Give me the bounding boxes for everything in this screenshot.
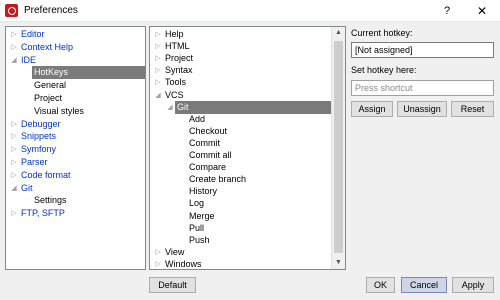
cancel-button[interactable]: Cancel (401, 277, 447, 293)
collapse-arrow-icon[interactable]: ◢ (165, 101, 175, 114)
category-tree-item[interactable]: Visual styles (34, 105, 84, 118)
command-tree-item[interactable]: HTML (165, 40, 190, 53)
unassign-button[interactable]: Unassign (397, 101, 447, 117)
command-tree-item[interactable]: Commit all (189, 149, 232, 162)
category-tree-item[interactable]: Project (34, 92, 62, 105)
category-tree-item[interactable]: Settings (34, 194, 67, 207)
category-tree-item[interactable]: FTP, SFTP (21, 207, 65, 220)
command-tree-item[interactable]: Syntax (165, 64, 193, 77)
command-tree-scrollbar[interactable]: ▲ ▼ (331, 27, 345, 269)
category-tree-item[interactable]: Code format (21, 169, 71, 182)
category-tree-item[interactable]: General (34, 79, 66, 92)
category-tree-item[interactable]: Snippets (21, 130, 56, 143)
close-button[interactable]: ✕ (470, 3, 494, 19)
expand-arrow-icon[interactable]: ▷ (9, 156, 19, 169)
expand-arrow-icon[interactable]: ▷ (9, 28, 19, 41)
current-hotkey-field: [Not assigned] (351, 42, 494, 58)
category-tree-item[interactable]: Symfony (21, 143, 56, 156)
collapse-arrow-icon[interactable]: ◢ (9, 182, 19, 195)
expand-arrow-icon[interactable]: ▷ (9, 41, 19, 54)
selection-highlight (175, 100, 331, 114)
category-tree-item[interactable]: HotKeys (34, 66, 68, 79)
collapse-arrow-icon[interactable]: ◢ (153, 89, 163, 102)
help-button[interactable]: ? (437, 3, 457, 19)
category-tree-item[interactable]: Editor (21, 28, 45, 41)
category-tree-item[interactable]: IDE (21, 54, 36, 67)
category-tree-item[interactable]: Context Help (21, 41, 73, 54)
reset-button[interactable]: Reset (451, 101, 494, 117)
expand-arrow-icon[interactable]: ▷ (153, 76, 163, 89)
category-tree[interactable]: ▷ Editor ▷ Context Help ◢ IDE HotKeys General Pr… (5, 26, 146, 270)
expand-arrow-icon[interactable]: ▷ (9, 143, 19, 156)
expand-arrow-icon[interactable]: ▷ (153, 64, 163, 77)
scroll-up-icon[interactable]: ▲ (332, 27, 345, 39)
command-tree[interactable]: ▲ ▼ ▷ Help ▷ HTML ▷ Project ▷ Syntax ▷ Tools ◢ VCS ◢… (149, 26, 346, 270)
category-tree-item[interactable]: Debugger (21, 118, 61, 131)
assign-button[interactable]: Assign (351, 101, 393, 117)
apply-button[interactable]: Apply (452, 277, 494, 293)
expand-arrow-icon[interactable]: ▷ (153, 52, 163, 65)
expand-arrow-icon[interactable]: ▷ (9, 169, 19, 182)
command-tree-item[interactable]: History (189, 185, 217, 198)
command-tree-item[interactable]: Git (177, 101, 189, 114)
title-bar: Preferences ? ✕ (0, 0, 500, 22)
command-tree-item[interactable]: Pull (189, 222, 204, 235)
command-tree-item[interactable]: Create branch (189, 173, 246, 186)
category-tree-item[interactable]: Git (21, 182, 33, 195)
command-tree-item[interactable]: Log (189, 197, 204, 210)
window-title: Preferences (24, 5, 78, 16)
scroll-down-icon[interactable]: ▼ (332, 257, 345, 269)
expand-arrow-icon[interactable]: ▷ (153, 28, 163, 41)
set-hotkey-label: Set hotkey here: (351, 65, 417, 75)
command-tree-item[interactable]: Help (165, 28, 184, 41)
category-tree-item[interactable]: Parser (21, 156, 48, 169)
expand-arrow-icon[interactable]: ▷ (153, 40, 163, 53)
scroll-thumb[interactable] (334, 41, 343, 253)
command-tree-item[interactable]: Project (165, 52, 193, 65)
command-tree-item[interactable]: Commit (189, 137, 220, 150)
collapse-arrow-icon[interactable]: ◢ (9, 54, 19, 67)
command-tree-item[interactable]: Checkout (189, 125, 227, 138)
command-tree-item[interactable]: Tools (165, 76, 186, 89)
expand-arrow-icon[interactable]: ▷ (9, 207, 19, 220)
shortcut-input[interactable]: Press shortcut (351, 80, 494, 96)
command-tree-item[interactable]: VCS (165, 89, 184, 102)
command-tree-item[interactable]: Merge (189, 210, 215, 223)
command-tree-item[interactable]: Windows (165, 258, 202, 269)
command-tree-item[interactable]: Compare (189, 161, 226, 174)
expand-arrow-icon[interactable]: ▷ (153, 258, 163, 269)
current-hotkey-label: Current hotkey: (351, 28, 413, 38)
command-tree-item[interactable]: Push (189, 234, 210, 247)
expand-arrow-icon[interactable]: ▷ (9, 118, 19, 131)
default-button[interactable]: Default (149, 277, 196, 293)
command-tree-item[interactable]: View (165, 246, 184, 259)
expand-arrow-icon[interactable]: ▷ (153, 246, 163, 259)
expand-arrow-icon[interactable]: ▷ (9, 130, 19, 143)
command-tree-item[interactable]: Add (189, 113, 205, 126)
app-icon (5, 4, 18, 17)
ok-button[interactable]: OK (366, 277, 395, 293)
